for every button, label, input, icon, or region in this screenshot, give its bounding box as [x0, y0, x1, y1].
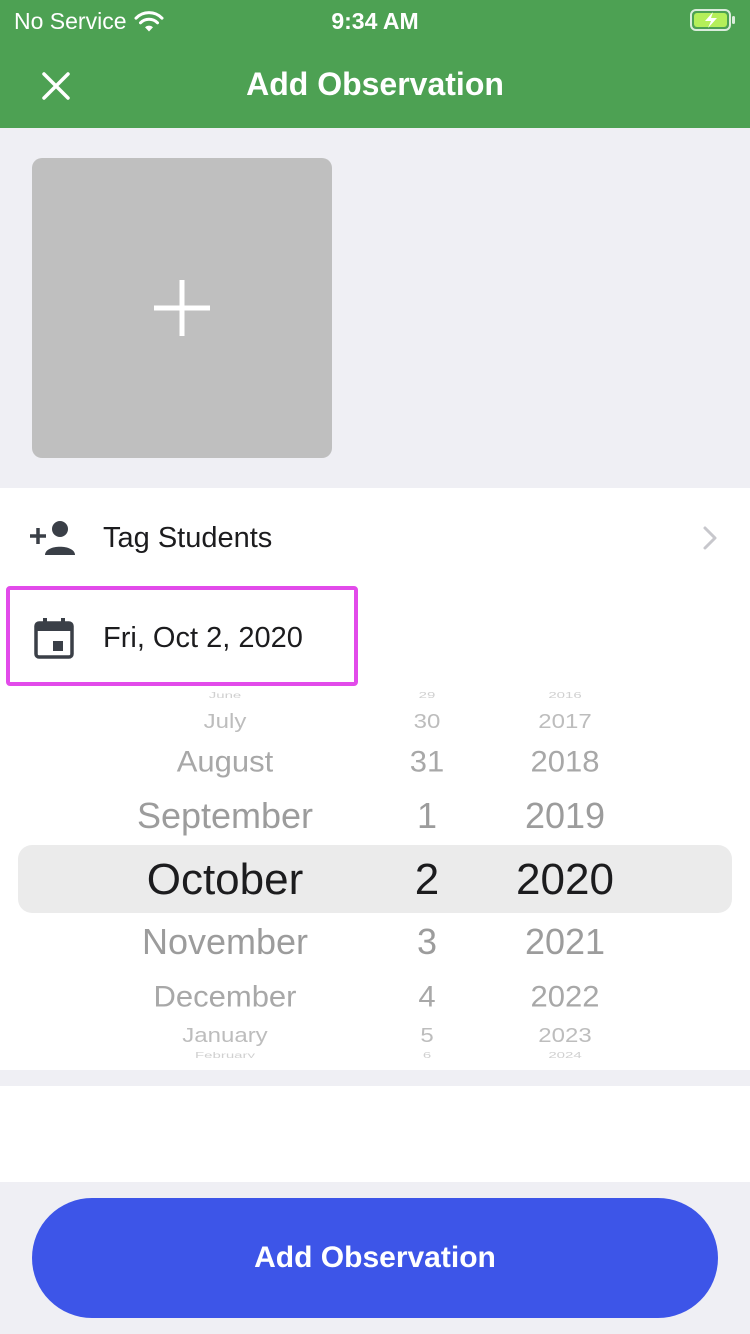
photo-area — [0, 128, 750, 488]
year-option[interactable]: 2018 — [490, 747, 640, 777]
day-wheel[interactable]: 29 30 31 1 2 3 4 5 6 — [372, 688, 482, 1058]
nav-bar: Add Observation — [0, 42, 750, 128]
month-option[interactable]: June — [60, 691, 390, 699]
day-option[interactable]: 3 — [372, 924, 482, 960]
tag-students-row[interactable]: Tag Students — [0, 488, 750, 588]
add-person-icon — [30, 514, 78, 562]
month-option[interactable]: August — [60, 747, 390, 777]
year-option[interactable]: 2024 — [490, 1051, 640, 1058]
day-option[interactable]: 4 — [372, 982, 482, 1012]
date-label: Fri, Oct 2, 2020 — [103, 621, 303, 654]
add-photo-button[interactable] — [32, 158, 332, 458]
month-option[interactable]: September — [60, 798, 390, 834]
date-picker[interactable]: June July August September October November De… — [0, 688, 750, 1058]
month-option[interactable]: February — [60, 1051, 390, 1058]
blank-section — [0, 1086, 750, 1182]
page-title: Add Observation — [246, 66, 504, 102]
battery-charging-icon — [690, 9, 735, 31]
status-bar: No Service 9:34 AM — [0, 0, 750, 42]
month-option[interactable]: July — [60, 711, 390, 732]
header: No Service 9:34 AM Add Observation — [0, 0, 750, 128]
year-option[interactable]: 2019 — [490, 798, 640, 834]
month-option[interactable]: January — [60, 1025, 390, 1046]
year-option[interactable]: 2016 — [490, 691, 640, 699]
year-option[interactable]: 2022 — [490, 982, 640, 1012]
year-option[interactable]: 2021 — [490, 924, 640, 960]
tag-students-label: Tag Students — [103, 521, 273, 554]
day-option[interactable]: 29 — [372, 691, 482, 699]
year-wheel[interactable]: 2016 2017 2018 2019 2020 2021 2022 2023 2024 — [490, 688, 640, 1058]
plus-icon — [154, 280, 210, 336]
month-option[interactable]: December — [60, 982, 390, 1012]
month-option[interactable]: November — [60, 924, 390, 960]
footer: Add Observation — [0, 1182, 750, 1334]
year-option[interactable]: 2023 — [490, 1025, 640, 1046]
add-observation-button[interactable]: Add Observation — [32, 1198, 718, 1318]
month-option[interactable]: October — [60, 858, 390, 902]
date-row[interactable]: Fri, Oct 2, 2020 — [0, 588, 750, 688]
day-option[interactable]: 5 — [372, 1025, 482, 1046]
month-wheel[interactable]: June July August September October November De… — [60, 688, 390, 1058]
day-option[interactable]: 30 — [372, 711, 482, 732]
calendar-icon — [30, 614, 78, 662]
day-option[interactable]: 6 — [372, 1051, 482, 1058]
observation-details: Tag Students Fri, Oct 2, 2020 June July Au… — [0, 488, 750, 1070]
day-option[interactable]: 2 — [372, 858, 482, 902]
chevron-right-icon — [703, 526, 717, 550]
day-option[interactable]: 1 — [372, 798, 482, 834]
year-option[interactable]: 2020 — [490, 858, 640, 902]
status-time: 9:34 AM — [331, 8, 419, 34]
year-option[interactable]: 2017 — [490, 711, 640, 732]
day-option[interactable]: 31 — [372, 747, 482, 777]
section-divider — [0, 1070, 750, 1086]
